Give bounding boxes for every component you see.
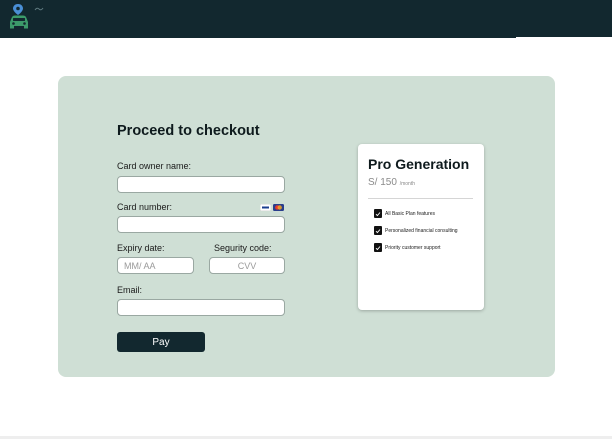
expiry-label: Expiry date: xyxy=(117,243,165,253)
checkbox-checked-icon xyxy=(374,243,382,252)
plan-feature-label: Personalized financial consulting xyxy=(385,227,458,234)
plan-price: S/ 150 /month xyxy=(368,177,415,188)
card-owner-input[interactable] xyxy=(117,176,285,193)
expiry-input[interactable] xyxy=(117,257,194,274)
plan-feature-label: Priority customer support xyxy=(385,244,441,251)
wave-icon xyxy=(34,7,44,11)
plan-feature: Personalized financial consulting xyxy=(374,226,458,235)
plan-name: Pro Generation xyxy=(368,156,470,172)
plan-divider xyxy=(368,198,473,199)
card-owner-label: Card owner name: xyxy=(117,161,192,171)
plan-feature: All Basic Plan features xyxy=(374,209,435,218)
pay-button[interactable]: Pay xyxy=(117,332,205,352)
header-underline xyxy=(516,37,612,38)
top-navigation-bar xyxy=(0,0,612,38)
checkout-title: Proceed to checkout xyxy=(117,123,260,139)
mastercard-icon xyxy=(273,204,284,211)
visa-icon xyxy=(260,204,271,211)
security-code-label: Segurity code: xyxy=(214,243,272,253)
plan-feature: Priority customer support xyxy=(374,243,441,252)
plan-price-amount: S/ 150 xyxy=(368,177,397,188)
checkbox-checked-icon xyxy=(374,226,382,235)
car-location-icon[interactable] xyxy=(7,3,31,29)
card-number-input[interactable] xyxy=(117,216,285,233)
checkbox-checked-icon xyxy=(374,209,382,218)
card-brands xyxy=(260,204,284,211)
email-label: Email: xyxy=(117,285,143,295)
plan-feature-label: All Basic Plan features xyxy=(385,210,436,217)
plan-card: Pro Generation S/ 150 /month All Basic P… xyxy=(358,144,484,310)
card-number-label: Card number: xyxy=(117,202,173,212)
security-code-input[interactable] xyxy=(209,257,285,274)
plan-price-period: /month xyxy=(399,181,415,187)
email-input[interactable] xyxy=(117,299,285,316)
